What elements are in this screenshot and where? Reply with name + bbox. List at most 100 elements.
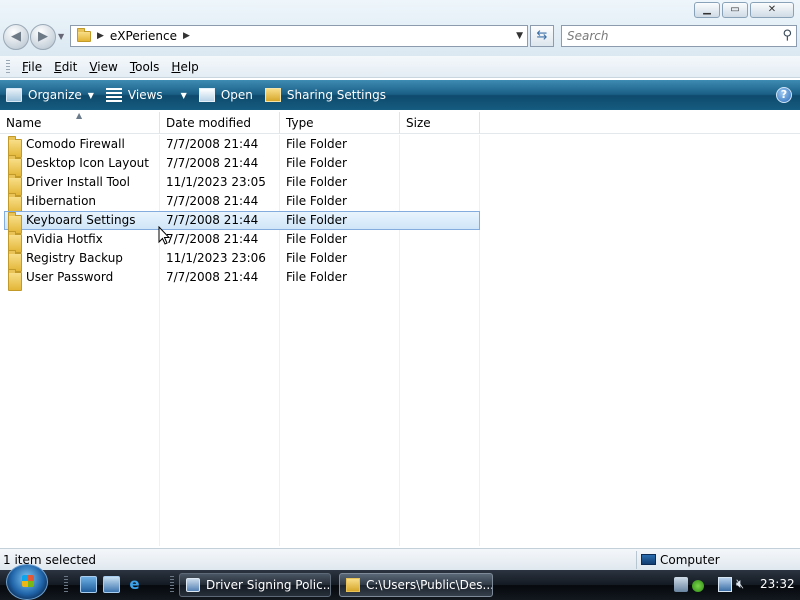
column-name-label: Name	[6, 116, 42, 130]
clock[interactable]: 23:32	[760, 577, 795, 591]
list-item-selected[interactable]: Keyboard Settings 7/7/2008 21:44 File Fo…	[4, 211, 480, 234]
list-item[interactable]: Registry Backup 11/1/2023 23:06 File Fol…	[4, 249, 480, 272]
column-header-type[interactable]: Type	[280, 112, 400, 134]
file-name: Keyboard Settings	[26, 213, 136, 227]
address-bar[interactable]: ▶ eXPerience ▶ ▼	[70, 25, 528, 47]
command-bar: Organize ▼ Views ▼ Open Sharing Settings…	[0, 80, 800, 110]
taskbar-button-explorer[interactable]: C:\Users\Public\Des...	[339, 573, 493, 597]
file-type: File Folder	[286, 156, 347, 170]
menu-tools-label: ools	[135, 59, 160, 74]
column-header-name[interactable]: ▲ Name	[0, 111, 160, 134]
file-list[interactable]: Comodo Firewall 7/7/2008 21:44 File Fold…	[0, 135, 800, 546]
explorer-header: ▁ ▭ ✕ ◀ ▶ ▼ ▶ eXPerience ▶ ▼ ⇆ ⚲	[0, 0, 800, 56]
search-input[interactable]	[562, 26, 762, 46]
file-date: 7/7/2008 21:44	[166, 194, 259, 208]
windows-logo-icon	[22, 575, 34, 587]
dropdown-arrow-icon: ▼	[180, 90, 187, 100]
file-name: Comodo Firewall	[26, 137, 125, 151]
sharing-label: Sharing Settings	[286, 88, 386, 102]
views-dropdown-button[interactable]: ▼	[169, 80, 193, 110]
file-date: 11/1/2023 23:06	[166, 251, 266, 265]
file-name: nVidia Hotfix	[26, 232, 103, 246]
network-icon[interactable]	[718, 577, 732, 592]
refresh-icon: ⇆	[536, 28, 548, 43]
menu-view-label: iew	[97, 59, 118, 74]
forward-button[interactable]: ▶	[30, 24, 56, 50]
menu-help-label: elp	[180, 59, 199, 74]
status-bar: 1 item selected Computer	[0, 548, 800, 570]
sharing-settings-button[interactable]: Sharing Settings	[259, 80, 392, 110]
taskbar-button-driver-signing[interactable]: Driver Signing Polic...	[179, 573, 331, 597]
open-button[interactable]: Open	[193, 80, 259, 110]
sharing-icon	[264, 88, 281, 102]
minimize-button[interactable]: ▁	[694, 2, 720, 18]
menu-edit-label: dit	[61, 59, 78, 74]
maximize-button[interactable]: ▭	[722, 2, 748, 18]
switch-windows-icon[interactable]	[103, 576, 120, 593]
list-item[interactable]: Comodo Firewall 7/7/2008 21:44 File Fold…	[4, 135, 480, 158]
open-icon	[198, 88, 215, 102]
menu-tools[interactable]: Tools	[126, 60, 168, 74]
file-type: File Folder	[286, 232, 347, 246]
search-box[interactable]: ⚲	[561, 25, 797, 47]
views-button[interactable]: Views	[100, 80, 169, 110]
close-button[interactable]: ✕	[750, 2, 794, 18]
file-type: File Folder	[286, 270, 347, 284]
tray-status-icon[interactable]	[692, 580, 704, 592]
menu-edit-accesskey: E	[54, 59, 62, 74]
breadcrumb-chevron-icon[interactable]: ▶	[183, 31, 190, 41]
menu-file-label: ile	[28, 59, 43, 74]
location-zone: Computer	[660, 553, 720, 567]
menu-grip	[6, 59, 10, 74]
tray-app-icon[interactable]	[674, 577, 688, 592]
column-header-date-modified[interactable]: Date modified	[160, 112, 280, 134]
column-type-label: Type	[286, 116, 314, 130]
quick-launch-grip	[64, 576, 68, 594]
file-date: 7/7/2008 21:44	[166, 270, 259, 284]
file-type: File Folder	[286, 213, 347, 227]
file-name: Driver Install Tool	[26, 175, 130, 189]
volume-muted-icon[interactable]: 🔇︎	[736, 577, 750, 592]
start-button[interactable]	[6, 564, 48, 600]
menu-edit[interactable]: Edit	[50, 60, 85, 74]
search-icon[interactable]: ⚲	[782, 28, 792, 43]
file-date: 7/7/2008 21:44	[166, 137, 259, 151]
list-item[interactable]: Driver Install Tool 11/1/2023 23:05 File…	[4, 173, 480, 196]
file-date: 7/7/2008 21:44	[166, 232, 259, 246]
refresh-button[interactable]: ⇆	[530, 25, 554, 47]
list-item[interactable]: nVidia Hotfix 7/7/2008 21:44 File Folder	[4, 230, 480, 253]
organize-button[interactable]: Organize ▼	[0, 80, 100, 110]
file-name: Hibernation	[26, 194, 97, 208]
views-icon	[105, 88, 122, 102]
list-item[interactable]: User Password 7/7/2008 21:44 File Folder	[4, 268, 480, 291]
menu-file[interactable]: File	[18, 60, 50, 74]
back-arrow-icon: ◀	[11, 29, 21, 44]
back-button[interactable]: ◀	[3, 24, 29, 50]
help-icon[interactable]: ?	[776, 87, 792, 103]
breadcrumb-current[interactable]: eXPerience	[110, 29, 177, 43]
folder-icon	[346, 578, 360, 592]
menu-help[interactable]: Help	[167, 60, 206, 74]
breadcrumb-chevron-icon[interactable]: ▶	[97, 31, 104, 41]
views-label: Views	[127, 88, 163, 102]
open-label: Open	[220, 88, 253, 102]
file-date: 7/7/2008 21:44	[166, 213, 259, 227]
menu-view[interactable]: View	[85, 60, 125, 74]
address-dropdown-icon[interactable]: ▼	[516, 31, 523, 41]
column-header-size[interactable]: Size	[400, 112, 480, 134]
taskbar-button-label: Driver Signing Polic...	[206, 578, 331, 592]
forward-arrow-icon: ▶	[38, 29, 48, 44]
show-desktop-icon[interactable]	[80, 576, 97, 593]
file-date: 7/7/2008 21:44	[166, 156, 259, 170]
list-item[interactable]: Hibernation 7/7/2008 21:44 File Folder	[4, 192, 480, 215]
file-type: File Folder	[286, 175, 347, 189]
recent-pages-dropdown-icon[interactable]: ▼	[58, 32, 64, 41]
status-divider	[636, 551, 637, 569]
taskbar-button-label: C:\Users\Public\Des...	[366, 578, 493, 592]
internet-explorer-icon[interactable]: e	[126, 576, 143, 593]
file-date: 11/1/2023 23:05	[166, 175, 266, 189]
file-name: Desktop Icon Layout	[26, 156, 149, 170]
list-item[interactable]: Desktop Icon Layout 7/7/2008 21:44 File …	[4, 154, 480, 177]
file-type: File Folder	[286, 194, 347, 208]
system-tray: 🔇︎ 23:32	[668, 570, 800, 600]
